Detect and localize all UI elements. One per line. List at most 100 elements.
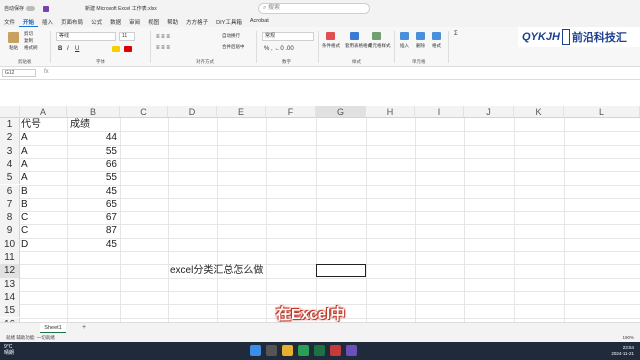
menu-item[interactable]: 帮助 (163, 17, 182, 27)
column-header-h[interactable]: H (366, 106, 415, 118)
clock[interactable]: 23:54 2024-11-21 (611, 345, 634, 357)
row-header[interactable]: 11 (0, 251, 20, 265)
name-box[interactable]: G12 (2, 69, 36, 77)
format-button[interactable]: 格式 (432, 43, 441, 49)
column-header-c[interactable]: C (120, 106, 168, 118)
data-cell-score[interactable]: 65 (67, 198, 117, 211)
data-cell-score[interactable]: 55 (67, 171, 117, 184)
data-cell-score[interactable]: 66 (67, 158, 117, 171)
align-top-icon[interactable]: ≡ ≡ ≡ (156, 34, 170, 40)
autosum-icon[interactable]: Σ (454, 31, 458, 37)
menu-item[interactable]: 审阅 (125, 17, 144, 27)
chrome-icon[interactable] (298, 345, 309, 356)
excel-icon[interactable] (314, 345, 325, 356)
column-header-e[interactable]: E (217, 106, 266, 118)
row-header[interactable]: 9 (0, 224, 20, 238)
search-input[interactable]: ⌕ 搜索 (258, 3, 370, 14)
row-header[interactable]: 4 (0, 157, 20, 172)
data-cell-score[interactable]: 55 (67, 145, 117, 158)
column-header-k[interactable]: K (514, 106, 564, 118)
row-header[interactable]: 15 (0, 304, 20, 318)
format-painter-button[interactable]: 格式刷 (24, 45, 38, 51)
row-header[interactable]: 13 (0, 277, 20, 291)
start-icon[interactable] (250, 345, 261, 356)
delete-button[interactable]: 删除 (416, 43, 425, 49)
table-format-icon[interactable] (350, 32, 359, 40)
conditional-format-icon[interactable] (326, 32, 335, 40)
wrap-text-button[interactable]: 自动换行 (222, 33, 240, 39)
row-header[interactable]: 14 (0, 290, 20, 305)
paste-button[interactable]: 粘贴 (9, 45, 18, 51)
zoom-level[interactable]: 190% (622, 335, 634, 340)
data-cell-score[interactable]: 45 (67, 185, 117, 198)
explorer-icon[interactable] (282, 345, 293, 356)
font-size-select[interactable]: 11 (119, 32, 135, 41)
row-header[interactable]: 7 (0, 197, 20, 212)
data-cell-score[interactable]: 67 (67, 211, 117, 224)
data-cell-code[interactable]: C (21, 211, 28, 224)
column-header-d[interactable]: D (168, 106, 217, 118)
column-header-a[interactable]: A (20, 106, 67, 118)
align-left-icon[interactable]: ≡ ≡ ≡ (156, 45, 170, 51)
fill-color-icon[interactable] (112, 46, 120, 52)
header-cell-code[interactable]: 代号 (21, 118, 41, 131)
data-cell-score[interactable]: 44 (67, 131, 117, 144)
data-cell-code[interactable]: A (21, 145, 28, 158)
search-taskbar-icon[interactable] (266, 345, 277, 356)
number-format-select[interactable]: 常规 (262, 32, 314, 41)
app-icon[interactable] (346, 345, 357, 356)
menu-item[interactable]: DIY工具箱 (212, 17, 246, 27)
menu-item[interactable]: 方方格子 (182, 17, 212, 27)
select-all-corner[interactable] (0, 106, 20, 118)
cell-style-icon[interactable] (372, 32, 381, 40)
data-cell-code[interactable]: A (21, 171, 28, 184)
cut-button[interactable]: 剪切 (24, 31, 33, 37)
paste-icon[interactable] (8, 32, 19, 43)
row-header[interactable]: 1 (0, 118, 20, 132)
add-sheet-icon[interactable]: + (82, 323, 86, 333)
data-cell-code[interactable]: B (21, 185, 28, 198)
menu-item[interactable]: 插入 (38, 17, 57, 27)
sheet-tab-sheet1[interactable]: Sheet1 (40, 323, 66, 333)
data-cell-code[interactable]: C (21, 224, 28, 237)
row-header[interactable]: 8 (0, 211, 20, 225)
currency-icon[interactable]: % , ←0 .00 (264, 46, 294, 52)
data-cell-code[interactable]: A (21, 158, 28, 171)
cell-style-button[interactable]: 单元格样式 (368, 43, 391, 49)
menu-item[interactable]: 开始 (19, 17, 39, 27)
row-header[interactable]: 3 (0, 144, 20, 158)
merge-center-button[interactable]: 合并后居中 (222, 44, 245, 50)
font-name-select[interactable]: 等线 (56, 32, 116, 41)
menu-item[interactable]: 视图 (144, 17, 163, 27)
header-cell-score[interactable]: 成绩 (70, 118, 90, 131)
data-cell-score[interactable]: 87 (67, 224, 117, 237)
delete-cell-icon[interactable] (416, 32, 425, 40)
data-cell-code[interactable]: A (21, 131, 28, 144)
autosave-toggle[interactable] (26, 6, 36, 11)
menu-item[interactable]: 公式 (87, 17, 106, 27)
column-header-f[interactable]: F (266, 106, 316, 118)
menu-item[interactable]: Acrobat (246, 17, 273, 27)
underline-icon[interactable]: U (75, 46, 79, 52)
row-header[interactable]: 5 (0, 171, 20, 185)
save-icon[interactable] (43, 5, 50, 12)
fx-icon[interactable]: fx (44, 69, 49, 75)
selected-cell-g12[interactable] (316, 264, 366, 277)
column-header-b[interactable]: B (67, 106, 120, 118)
app-icon[interactable] (330, 345, 341, 356)
font-color-icon[interactable] (124, 46, 132, 52)
column-header-g[interactable]: G (316, 106, 366, 118)
formula-expanded-area[interactable] (0, 80, 640, 106)
conditional-format-button[interactable]: 条件格式 (322, 43, 340, 49)
data-cell-score[interactable]: 45 (67, 238, 117, 251)
row-header[interactable]: 2 (0, 131, 20, 145)
column-header-l[interactable]: L (564, 106, 640, 118)
copy-button[interactable]: 复制 (24, 38, 33, 44)
bold-icon[interactable]: B (58, 46, 62, 52)
insert-cell-icon[interactable] (400, 32, 409, 40)
menu-item[interactable]: 文件 (0, 17, 19, 27)
weather-widget[interactable]: 9°C 晴朗 (4, 344, 14, 356)
data-cell-code[interactable]: D (21, 238, 28, 251)
menu-item[interactable]: 页面布局 (57, 17, 87, 27)
note-cell[interactable]: excel分类汇总怎么做 (170, 264, 263, 277)
